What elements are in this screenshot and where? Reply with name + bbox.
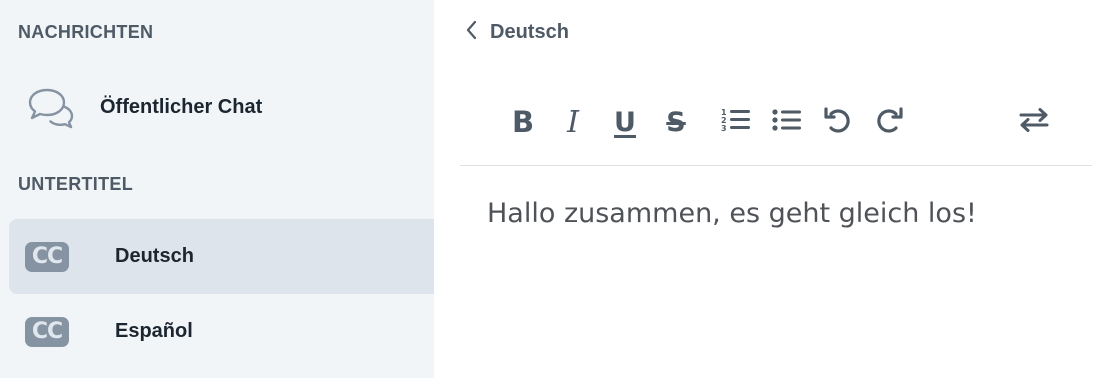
bold-button[interactable]: B	[503, 96, 543, 148]
sidebar-item-deutsch[interactable]: CC Deutsch	[9, 219, 434, 294]
formatting-toolbar: B I U S 1 2 3	[0, 96, 1098, 148]
redo-icon	[874, 106, 904, 139]
ordered-list-button[interactable]: 1 2 3	[716, 96, 756, 148]
sidebar-item-espanol[interactable]: CC Español	[9, 294, 434, 369]
underline-button[interactable]: U	[605, 96, 645, 148]
chevron-left-icon	[466, 20, 478, 45]
subtitle-text-editor[interactable]: Hallo zusammen, es geht gleich los!	[487, 198, 977, 229]
bullet-list-icon	[771, 107, 803, 138]
back-label: Deutsch	[490, 21, 569, 43]
svg-text:3: 3	[721, 124, 727, 133]
undo-icon	[823, 106, 853, 139]
underline-icon: U	[614, 106, 636, 138]
redo-button[interactable]	[869, 96, 909, 148]
sidebar-item-label: Deutsch	[115, 245, 194, 267]
subtitle-editor-panel	[434, 0, 1098, 378]
strikethrough-button[interactable]: S	[656, 96, 696, 148]
swap-direction-button[interactable]	[1014, 96, 1054, 148]
cc-icon: CC	[25, 241, 69, 272]
strikethrough-icon: S	[666, 106, 686, 138]
italic-button[interactable]: I	[553, 96, 593, 148]
messages-section-title: NACHRICHTEN	[18, 22, 154, 42]
italic-icon: I	[567, 104, 579, 140]
bullet-list-button[interactable]	[767, 96, 807, 148]
bold-icon: B	[511, 105, 535, 139]
sidebar-item-label: Español	[115, 320, 193, 342]
subtitles-section-title: UNTERTITEL	[18, 174, 133, 194]
ordered-list-icon: 1 2 3	[720, 107, 752, 138]
toolbar-divider	[460, 165, 1092, 166]
sidebar: NACHRICHTEN Öffentlicher Chat UNTERTITEL…	[0, 0, 434, 378]
cc-icon: CC	[25, 316, 69, 347]
undo-button[interactable]	[818, 96, 858, 148]
swap-icon	[1018, 107, 1050, 138]
back-button[interactable]: Deutsch	[466, 20, 569, 45]
